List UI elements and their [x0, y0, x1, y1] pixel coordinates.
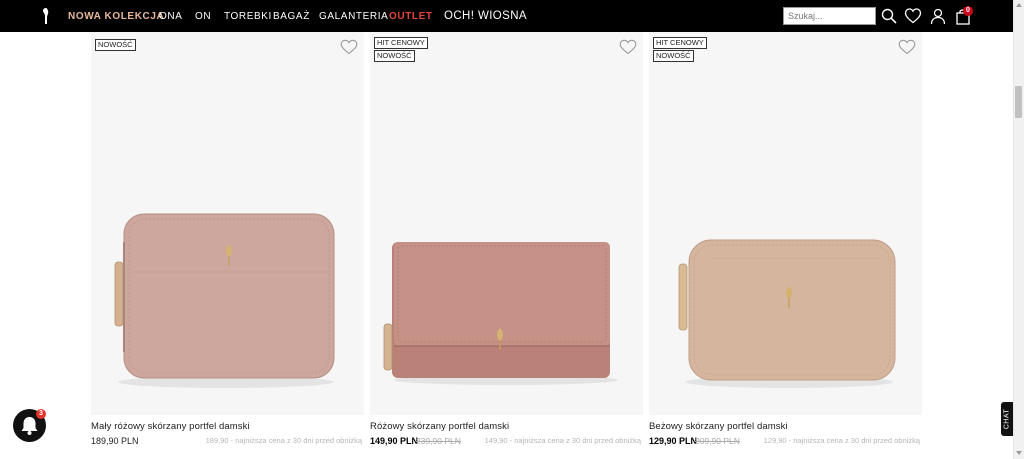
product-photo[interactable]: NOWOŚĆ: [91, 32, 364, 415]
product-price: 189,90 PLN: [91, 436, 139, 446]
old-price: 209,90 PLN: [695, 436, 740, 446]
nav-item-nowa-kolekcja[interactable]: NOWA KOLEKCJA: [68, 11, 164, 22]
lowest-price-note: 129,90 - najniższa cena z 30 dni przed o…: [763, 436, 920, 445]
product-price: 149,90 PLN: [370, 436, 419, 446]
product-photo[interactable]: HIT CENOWY NOWOŚĆ: [649, 32, 922, 415]
new-badge: NOWOŚĆ: [374, 50, 415, 62]
old-price: 239,90 PLN: [416, 436, 461, 446]
scroll-down-arrow-icon[interactable]: [1016, 451, 1022, 455]
nav-item-outlet[interactable]: OUTLET: [389, 11, 433, 22]
product-name[interactable]: Mały różowy skórzany portfel damski: [91, 421, 250, 432]
product-price: 129,90 PLN: [649, 436, 698, 446]
product-name[interactable]: Różowy skórzany portfel damski: [370, 421, 509, 432]
chat-tab[interactable]: CHAT: [1001, 402, 1013, 436]
logo-icon[interactable]: [40, 7, 52, 25]
product-photo[interactable]: HIT CENOWY NOWOŚĆ: [370, 32, 643, 415]
wallet-image: [114, 213, 335, 388]
page-scrollbar[interactable]: [1013, 0, 1024, 459]
price-hit-badge: HIT CENOWY: [653, 37, 707, 49]
nav-item-och-wiosna[interactable]: OCH! WIOSNA: [444, 10, 527, 22]
cart-count-badge: 0: [963, 6, 973, 16]
search-icon[interactable]: [880, 7, 898, 25]
wishlist-heart-icon[interactable]: [898, 39, 916, 55]
product-card-1[interactable]: NOWOŚĆ Mały różowy skórzany portfel dams…: [91, 32, 364, 459]
lowest-price-note: 189,90 - najniższa cena z 30 dni przed o…: [205, 436, 362, 445]
new-badge: NOWOŚĆ: [95, 39, 136, 51]
wishlist-heart-icon[interactable]: [619, 39, 637, 55]
scrollbar-thumb[interactable]: [1015, 86, 1022, 118]
product-name[interactable]: Beżowy skórzany portfel damski: [649, 421, 788, 432]
product-card-3[interactable]: HIT CENOWY NOWOŚĆ Beżowy skórzany portfe…: [649, 32, 922, 459]
price-hit-badge: HIT CENOWY: [374, 37, 428, 49]
nav-item-torebki[interactable]: TOREBKI: [224, 11, 272, 22]
wallet-image: [678, 239, 896, 388]
nav-item-ona[interactable]: ONA: [159, 11, 182, 22]
lowest-price-note: 149,90 - najniższa cena z 30 dni przed o…: [484, 436, 641, 445]
nav-item-bagaz[interactable]: BAGAŻ: [273, 11, 310, 22]
user-icon[interactable]: [929, 7, 947, 25]
nav-item-on[interactable]: ON: [195, 11, 211, 22]
chat-label: CHAT: [1003, 408, 1011, 430]
product-card-2[interactable]: HIT CENOWY NOWOŚĆ Różowy skórzany portfe…: [370, 32, 643, 459]
wishlist-heart-icon[interactable]: [340, 39, 358, 55]
nav-item-galanteria[interactable]: GALANTERIA: [319, 11, 388, 22]
notification-count-badge: 3: [36, 409, 46, 419]
scroll-up-arrow-icon[interactable]: [1016, 3, 1022, 7]
search-input[interactable]: [783, 7, 876, 25]
wallet-image: [383, 242, 618, 385]
heart-icon[interactable]: [904, 7, 922, 25]
new-badge: NOWOŚĆ: [653, 50, 694, 62]
